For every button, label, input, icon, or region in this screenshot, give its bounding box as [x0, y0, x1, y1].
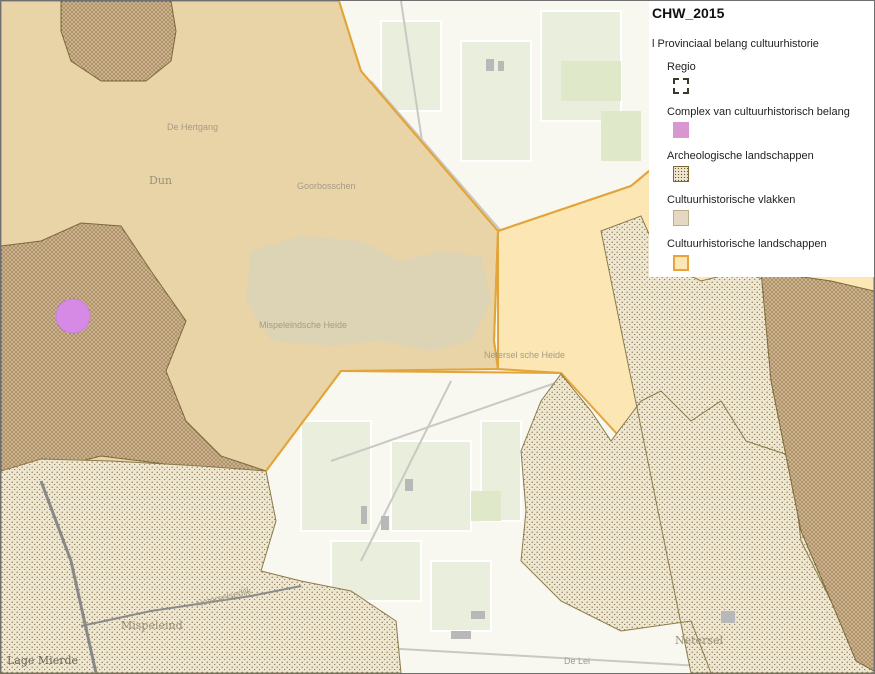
legend-swatch-complex — [673, 122, 689, 138]
label-de-lei: De Lei — [564, 656, 590, 666]
legend-swatch-regio — [673, 78, 689, 94]
legend-title: CHW_2015 — [652, 5, 725, 21]
legend-panel: CHW_2015 l Provinciaal belang cultuurhis… — [649, 1, 874, 277]
label-netersel: Netersel — [675, 634, 723, 647]
legend-item-vlakken-label: Cultuurhistorische vlakken — [667, 194, 796, 206]
legend-swatch-landschappen — [673, 255, 689, 271]
legend-item-landschappen-label: Cultuurhistorische landschappen — [667, 238, 827, 250]
map-frame: De Hertgang Dun Goorbosschen Mispeleinds… — [0, 0, 875, 674]
label-mispeleindsche-heide: Mispeleindsche Heide — [259, 320, 347, 330]
heath-patch — [246, 236, 491, 351]
legend-item-complex-label: Complex van cultuurhistorisch belang — [667, 106, 850, 118]
legend-swatch-archeologisch — [673, 166, 689, 182]
legend-group-label: l Provinciaal belang cultuurhistorie — [652, 38, 819, 50]
label-mispeleind: Mispeleind — [121, 619, 183, 632]
label-goorbosschen: Goorbosschen — [297, 181, 356, 191]
complex-cultuurhistorisch-belang[interactable] — [55, 298, 91, 334]
label-de-hertgang: De Hertgang — [167, 122, 218, 132]
label-netersele-heide: Netersel sche Heide — [484, 350, 565, 360]
label-dun: Dun — [149, 174, 172, 187]
label-lage-mierde: Lage Mierde — [7, 654, 78, 667]
legend-swatch-vlakken — [673, 210, 689, 226]
legend-item-archeologisch-label: Archeologische landschappen — [667, 150, 814, 162]
legend-item-regio-label: Regio — [667, 61, 696, 73]
